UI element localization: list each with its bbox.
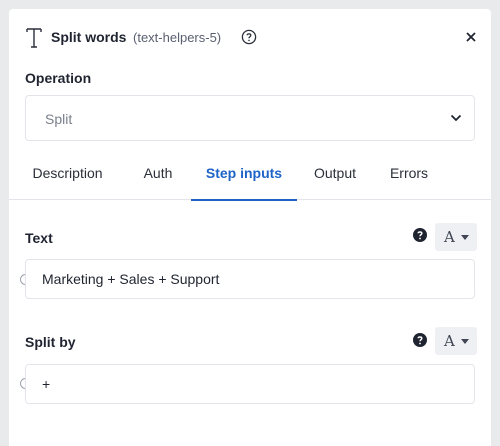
caret-down-icon [461, 235, 469, 240]
tab-bar: Description Auth Step inputs Output Erro… [9, 157, 491, 201]
split-by-input[interactable]: + [25, 364, 475, 404]
close-icon[interactable] [465, 31, 477, 43]
split-by-field-label: Split by [25, 334, 76, 350]
text-field-label: Text [25, 230, 53, 246]
help-circle-icon[interactable] [241, 29, 257, 45]
help-icon[interactable] [413, 228, 427, 242]
step-title: Split words [51, 29, 127, 45]
chevron-down-icon [450, 114, 462, 122]
help-icon[interactable] [413, 333, 427, 347]
operation-label: Operation [25, 70, 92, 86]
text-type-selector[interactable]: A [435, 223, 477, 251]
type-letter: A [444, 228, 455, 246]
tab-description[interactable]: Description [26, 157, 109, 200]
operation-selected-value: Split [45, 111, 73, 127]
text-input-value: Marketing + Sales + Support [42, 271, 220, 287]
operation-select[interactable]: Split [25, 95, 475, 141]
type-letter: A [444, 332, 455, 350]
panel-header: Split words (text-helpers-5) [9, 9, 491, 65]
step-config-panel: Split words (text-helpers-5) Operation S… [9, 9, 491, 446]
split-by-type-selector[interactable]: A [435, 327, 477, 355]
tab-step-inputs[interactable]: Step inputs [191, 157, 297, 201]
tab-output[interactable]: Output [305, 157, 365, 200]
text-input[interactable]: Marketing + Sales + Support [25, 259, 475, 299]
tab-errors[interactable]: Errors [381, 157, 437, 200]
text-type-icon [26, 28, 42, 48]
split-by-input-value: + [42, 376, 51, 392]
step-id: (text-helpers-5) [133, 30, 222, 45]
tab-auth[interactable]: Auth [133, 157, 183, 200]
caret-down-icon [461, 339, 469, 344]
